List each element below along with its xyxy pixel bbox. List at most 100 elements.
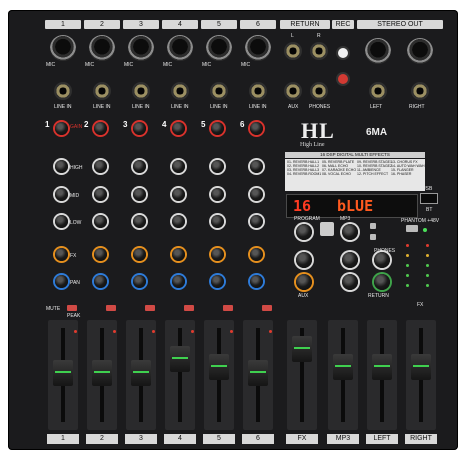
low-knob-4[interactable]: [172, 215, 185, 228]
mic-input-1[interactable]: [50, 35, 76, 61]
left-label: LEFT: [370, 104, 383, 110]
pan-knob-5[interactable]: [211, 275, 224, 288]
fader-5[interactable]: [209, 354, 229, 381]
fader-2[interactable]: [92, 360, 112, 386]
mic-input-6[interactable]: [245, 35, 271, 61]
stereo-out-right-jack[interactable]: [411, 82, 429, 100]
fader-right[interactable]: [411, 354, 431, 381]
rec-button[interactable]: [370, 234, 376, 240]
pan-knob-6[interactable]: [250, 275, 263, 288]
channel-header-1: 1: [45, 20, 81, 29]
high-knob-5[interactable]: [211, 160, 224, 173]
return-level-knob[interactable]: [342, 252, 358, 268]
gain-knob-3[interactable]: [133, 122, 146, 135]
program-knob[interactable]: [296, 224, 312, 240]
line-input-3[interactable]: [132, 82, 150, 100]
mid-knob-3[interactable]: [133, 188, 146, 201]
aux-fx-knob-3[interactable]: [133, 248, 146, 261]
fader-3[interactable]: [131, 360, 151, 386]
mode-button[interactable]: [370, 223, 376, 229]
line-in-label: LINE IN: [54, 104, 72, 110]
line-input-6[interactable]: [249, 82, 267, 100]
mic-input-2[interactable]: [89, 35, 115, 61]
aux-out-jack[interactable]: [284, 82, 302, 100]
return-l-jack[interactable]: [284, 42, 302, 60]
fader-strip-fx: [287, 320, 317, 430]
high-knob-6[interactable]: [250, 160, 263, 173]
return-green-knob[interactable]: [374, 274, 390, 290]
meter-led: [406, 274, 409, 277]
gain-knob-5[interactable]: [211, 122, 224, 135]
pan-knob-4[interactable]: [172, 275, 185, 288]
return-knob[interactable]: [342, 274, 358, 290]
fader-fx[interactable]: [292, 336, 312, 362]
mute-button-3[interactable]: [145, 305, 155, 311]
mid-knob-1[interactable]: [55, 188, 68, 201]
high-knob-2[interactable]: [94, 160, 107, 173]
mute-button-1[interactable]: [67, 305, 77, 311]
gain-knob-4[interactable]: [172, 122, 185, 135]
return-r-jack[interactable]: [310, 42, 328, 60]
aux-fx-knob-6[interactable]: [250, 248, 263, 261]
return-l-label: L: [291, 33, 294, 39]
mic-input-3[interactable]: [128, 35, 154, 61]
mute-button-5[interactable]: [223, 305, 233, 311]
stereo-out-right-xlr[interactable]: [407, 38, 433, 64]
low-knob-5[interactable]: [211, 215, 224, 228]
peak-led-1: [74, 330, 77, 333]
mute-button-4[interactable]: [184, 305, 194, 311]
line-input-5[interactable]: [210, 82, 228, 100]
low-knob-3[interactable]: [133, 215, 146, 228]
aux-master-knob[interactable]: [296, 274, 312, 290]
return-header: RETURN: [280, 20, 330, 29]
mid-knob-2[interactable]: [94, 188, 107, 201]
gain-knob-2[interactable]: [94, 122, 107, 135]
low-knob-6[interactable]: [250, 215, 263, 228]
high-knob-1[interactable]: [55, 160, 68, 173]
mute-button-6[interactable]: [262, 305, 272, 311]
pan-knob-2[interactable]: [94, 275, 107, 288]
channel-number-2: 2: [84, 120, 89, 129]
phones-jack[interactable]: [310, 82, 328, 100]
high-knob-4[interactable]: [172, 160, 185, 173]
gain-knob-1[interactable]: [55, 122, 68, 135]
mid-knob-6[interactable]: [250, 188, 263, 201]
high-knob-3[interactable]: [133, 160, 146, 173]
mid-knob-4[interactable]: [172, 188, 185, 201]
fader-left[interactable]: [372, 354, 392, 381]
usb-port[interactable]: [420, 193, 438, 204]
low-knob-2[interactable]: [94, 215, 107, 228]
aux-fx-knob-1[interactable]: [55, 248, 68, 261]
line-input-4[interactable]: [171, 82, 189, 100]
fader-4[interactable]: [170, 346, 190, 373]
rec-rca-red[interactable]: [336, 72, 350, 86]
fader-1[interactable]: [53, 360, 73, 386]
fx-program-knob-2[interactable]: [296, 252, 312, 268]
low-knob-1[interactable]: [55, 215, 68, 228]
mixer-console: 1 2 3 4 5 6 RETURN REC STEREO OUT MIC MI…: [8, 10, 458, 450]
fader-label-6: 6: [242, 434, 274, 444]
pan-knob-1[interactable]: [55, 275, 68, 288]
rec-rca-white[interactable]: [336, 46, 350, 60]
gain-knob-6[interactable]: [250, 122, 263, 135]
mp3-volume-knob[interactable]: [342, 224, 358, 240]
mic-input-4[interactable]: [167, 35, 193, 61]
mute-button-2[interactable]: [106, 305, 116, 311]
mic-input-5[interactable]: [206, 35, 232, 61]
aux-fx-knob-5[interactable]: [211, 248, 224, 261]
line-input-2[interactable]: [93, 82, 111, 100]
fader-mp3[interactable]: [333, 354, 353, 381]
aux-fx-knob-2[interactable]: [94, 248, 107, 261]
stereo-out-left-xlr[interactable]: [365, 38, 391, 64]
fader-strip-4: [165, 320, 195, 430]
fx-indicator-label: FX: [417, 302, 424, 308]
phones-knob[interactable]: [374, 252, 390, 268]
stereo-out-left-jack[interactable]: [369, 82, 387, 100]
aux-fx-knob-4[interactable]: [172, 248, 185, 261]
line-input-1[interactable]: [54, 82, 72, 100]
phantom-switch[interactable]: [406, 225, 418, 232]
mid-knob-5[interactable]: [211, 188, 224, 201]
pan-knob-3[interactable]: [133, 275, 146, 288]
model-name: 6MA: [366, 127, 388, 138]
fader-6[interactable]: [248, 360, 268, 386]
